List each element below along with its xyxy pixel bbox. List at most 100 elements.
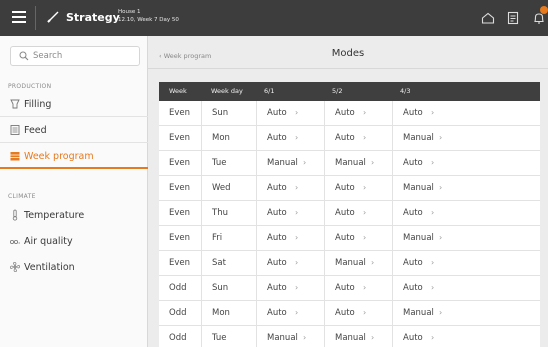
mode-cell-4-3[interactable]: Manual ›: [393, 226, 540, 251]
sidebar-item-label: Week program: [24, 151, 94, 162]
week-cell: Even: [159, 151, 202, 176]
chevron-right-icon: ›: [371, 158, 375, 167]
mode-cell-4-3[interactable]: Auto ›: [393, 326, 540, 347]
weekday-cell: Sun: [202, 101, 257, 126]
mode-cell-4-3-value: Auto: [403, 283, 423, 293]
chevron-right-icon: ›: [431, 258, 435, 267]
weekday-cell-value: Tue: [212, 333, 227, 343]
mode-cell-5-2[interactable]: Manual ›: [325, 326, 393, 347]
mode-cell-6-1[interactable]: Auto ›: [257, 226, 325, 251]
mode-cell-5-2[interactable]: Manual ›: [325, 151, 393, 176]
mode-cell-4-3[interactable]: Auto ›: [393, 251, 540, 276]
chevron-right-icon: ›: [363, 133, 367, 142]
week-cell: Even: [159, 251, 202, 276]
mode-cell-6-1[interactable]: Auto ›: [257, 201, 325, 226]
chevron-right-icon: ›: [295, 133, 299, 142]
mode-cell-5-2[interactable]: Auto ›: [325, 201, 393, 226]
mode-cell-5-2[interactable]: Auto ›: [325, 101, 393, 126]
mode-cell-5-2-value: Manual: [335, 333, 366, 343]
table-row: Even Sun Auto › Auto › Auto ›: [159, 101, 540, 126]
mode-cell-6-1-value: Auto: [267, 183, 287, 193]
week-cell-value: Odd: [169, 308, 187, 318]
topbar-divider: [35, 6, 36, 30]
mode-cell-4-3-value: Auto: [403, 208, 423, 218]
column-header-week: Week: [169, 87, 187, 95]
week-cell: Even: [159, 226, 202, 251]
week-cell: Even: [159, 126, 202, 151]
house-date: 12.10, Week 7 Day 50: [118, 17, 179, 23]
week-cell-value: Even: [169, 183, 191, 193]
mode-cell-4-3[interactable]: Auto ›: [393, 101, 540, 126]
sidebar-item-feed[interactable]: Feed: [0, 119, 148, 143]
chevron-right-icon: ›: [431, 208, 435, 217]
feed-icon: [10, 125, 20, 135]
column-header-4-3: 4/3: [400, 87, 411, 95]
report-icon[interactable]: [505, 10, 521, 26]
mode-cell-6-1[interactable]: Auto ›: [257, 101, 325, 126]
chevron-right-icon: ›: [363, 183, 367, 192]
sidebar-item-week-program[interactable]: Week program: [0, 145, 148, 169]
chevron-right-icon: ›: [295, 308, 299, 317]
weekday-cell-value: Sun: [212, 283, 229, 293]
mode-cell-6-1-value: Manual: [267, 333, 298, 343]
mode-cell-5-2[interactable]: Auto ›: [325, 226, 393, 251]
mode-cell-6-1[interactable]: Auto ›: [257, 251, 325, 276]
mode-cell-6-1[interactable]: Manual ›: [257, 151, 325, 176]
chevron-right-icon: ›: [295, 233, 299, 242]
sidebar-item-label: Ventilation: [24, 262, 75, 273]
chevron-right-icon: ›: [439, 133, 443, 142]
house-info[interactable]: House 1 12.10, Week 7 Day 50: [118, 8, 179, 24]
chevron-right-icon: ›: [363, 208, 367, 217]
chevron-right-icon: ›: [371, 333, 375, 342]
mode-cell-5-2[interactable]: Auto ›: [325, 276, 393, 301]
mode-cell-6-1[interactable]: Auto ›: [257, 126, 325, 151]
weekday-cell: Tue: [202, 326, 257, 347]
mode-cell-4-3-value: Auto: [403, 158, 423, 168]
column-header-5-2: 5/2: [332, 87, 343, 95]
weekday-cell: Fri: [202, 226, 257, 251]
week-cell-value: Even: [169, 233, 191, 243]
mode-cell-6-1[interactable]: Manual ›: [257, 326, 325, 347]
sidebar-item-ventilation[interactable]: Ventilation: [0, 256, 148, 280]
home-icon[interactable]: [480, 10, 496, 26]
mode-cell-6-1[interactable]: Auto ›: [257, 276, 325, 301]
weekday-cell-value: Mon: [212, 133, 230, 143]
mode-cell-4-3[interactable]: Auto ›: [393, 201, 540, 226]
section-title-production: PRODUCTION: [8, 83, 52, 90]
table-row: Odd Sun Auto › Auto › Auto ›: [159, 276, 540, 301]
menu-icon[interactable]: [12, 11, 26, 23]
sidebar-item-filling[interactable]: Filling: [0, 93, 148, 117]
column-header-6-1: 6/1: [264, 87, 275, 95]
mode-cell-4-3[interactable]: Auto ›: [393, 276, 540, 301]
mode-cell-5-2[interactable]: Auto ›: [325, 176, 393, 201]
sidebar-item-temperature[interactable]: Temperature: [0, 204, 148, 228]
mode-cell-4-3[interactable]: Manual ›: [393, 301, 540, 326]
chevron-right-icon: ›: [431, 158, 435, 167]
top-bar: Strategy House 1 12.10, Week 7 Day 50: [0, 0, 548, 36]
mode-cell-6-1[interactable]: Auto ›: [257, 301, 325, 326]
week-cell-value: Even: [169, 208, 191, 218]
strategy-icon: [47, 11, 59, 23]
sidebar-item-air-quality[interactable]: Air quality: [0, 230, 148, 254]
search-box[interactable]: [10, 46, 140, 66]
chevron-right-icon: ›: [295, 258, 299, 267]
house-name: House 1: [118, 9, 141, 15]
week-cell: Odd: [159, 276, 202, 301]
mode-cell-4-3[interactable]: Manual ›: [393, 176, 540, 201]
mode-cell-4-3[interactable]: Auto ›: [393, 151, 540, 176]
week-cell-value: Even: [169, 258, 191, 268]
mode-cell-5-2[interactable]: Auto ›: [325, 301, 393, 326]
mode-cell-5-2[interactable]: Auto ›: [325, 126, 393, 151]
mode-cell-5-2[interactable]: Manual ›: [325, 251, 393, 276]
app-title[interactable]: Strategy: [66, 11, 120, 24]
weekday-cell-value: Sat: [212, 258, 226, 268]
sidebar-item-label: Feed: [24, 125, 47, 136]
thermometer-icon: [12, 209, 18, 221]
table-row: Even Tue Manual › Manual › Auto ›: [159, 151, 540, 176]
search-input[interactable]: [33, 49, 133, 63]
mode-cell-4-3[interactable]: Manual ›: [393, 126, 540, 151]
mode-cell-6-1[interactable]: Auto ›: [257, 176, 325, 201]
weekday-cell-value: Mon: [212, 308, 230, 318]
week-cell: Even: [159, 201, 202, 226]
weekday-cell: Sat: [202, 251, 257, 276]
